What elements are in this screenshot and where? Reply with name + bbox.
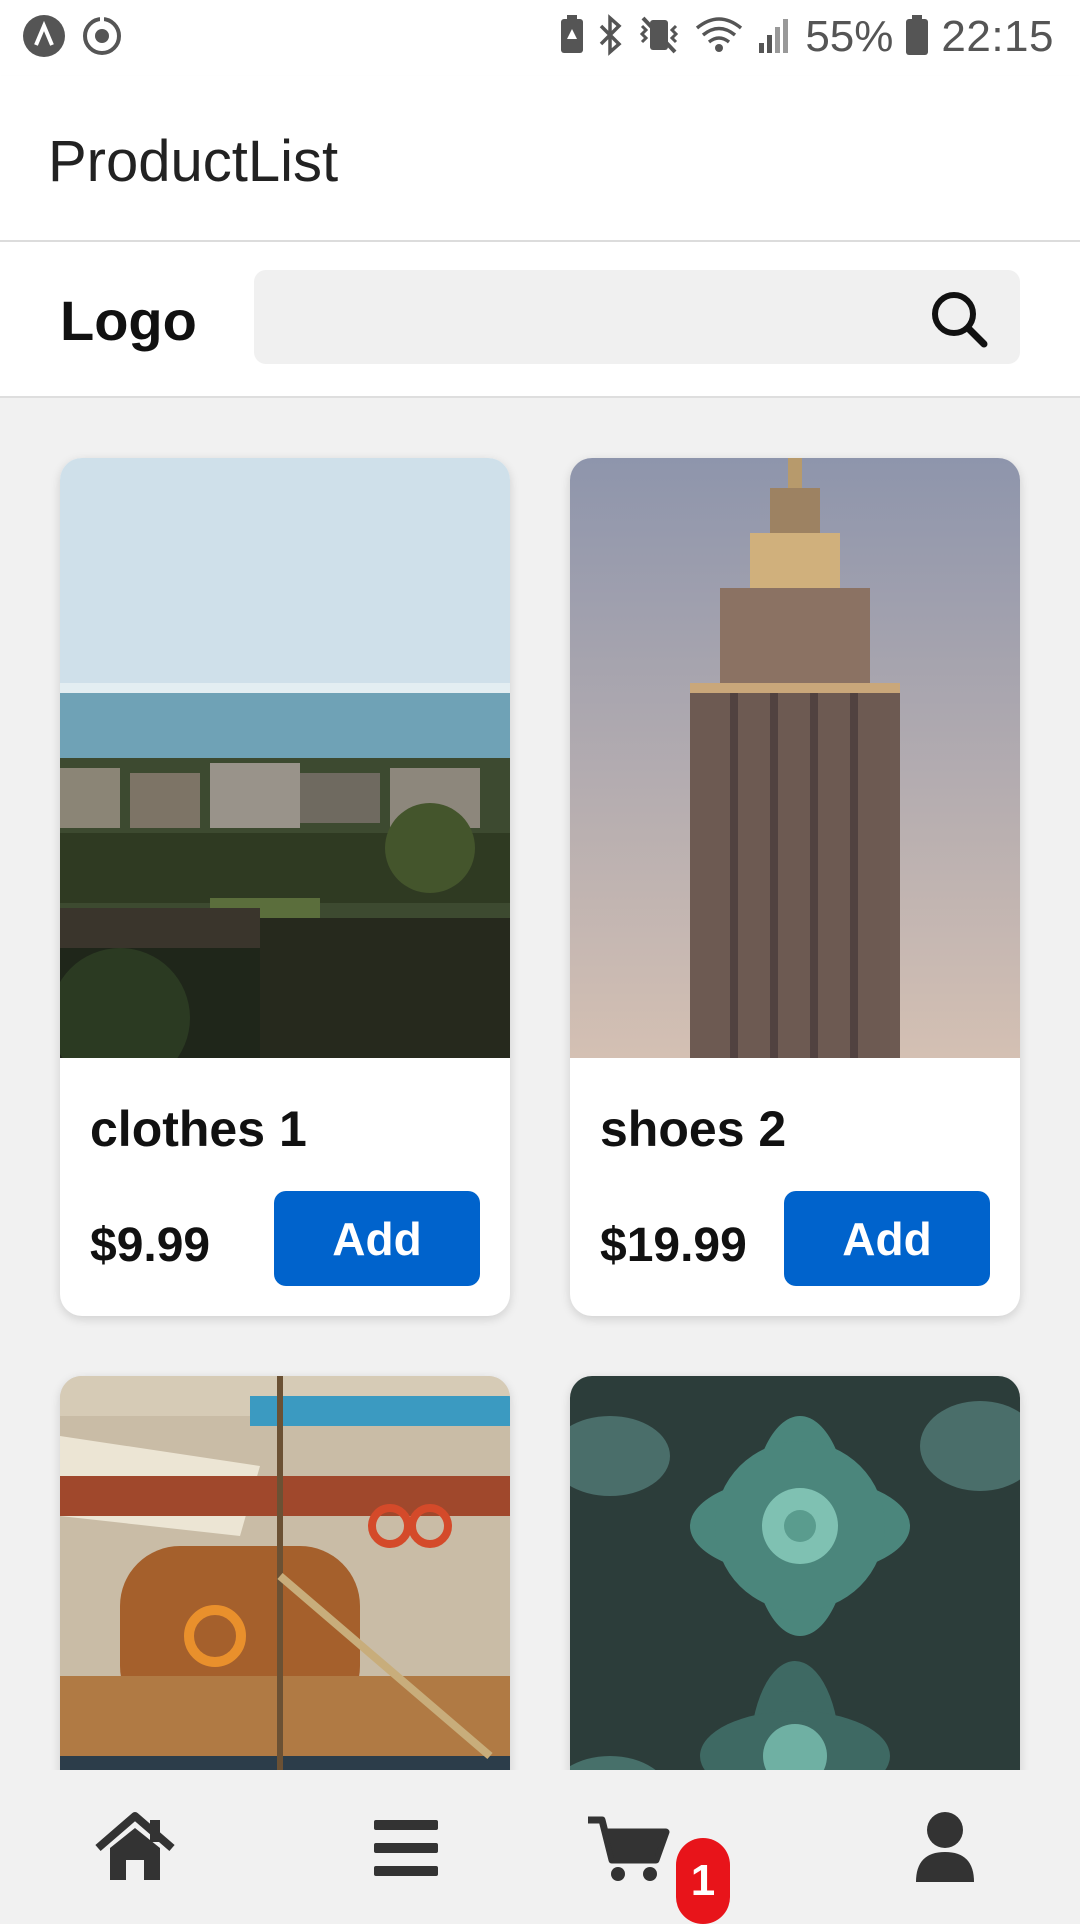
search-input[interactable] [274, 280, 918, 356]
product-price: $9.99 [90, 1219, 211, 1272]
sync-icon [80, 14, 124, 63]
vibrate-mute-icon [637, 14, 681, 61]
product-card[interactable] [570, 1376, 1020, 1770]
bottom-navigation: 1 [0, 1770, 1080, 1924]
battery-saver-icon [559, 14, 585, 60]
clock: 22:15 [941, 12, 1054, 61]
battery-percent: 55% [805, 12, 894, 61]
product-price: $19.99 [600, 1219, 747, 1272]
product-card[interactable]: shoes 2 $19.99 Add [570, 458, 1020, 1316]
logo: Logo [60, 289, 197, 352]
search-icon[interactable] [928, 288, 990, 350]
search-box[interactable] [254, 270, 1020, 364]
wifi-icon [693, 14, 745, 61]
add-to-cart-button[interactable]: Add [274, 1191, 480, 1286]
status-bar: 55% 22:15 [0, 0, 1080, 76]
product-image-succulents [570, 1376, 1020, 1770]
user-icon[interactable] [900, 1808, 990, 1888]
product-image-skyscraper [570, 458, 1020, 1058]
product-image-sailboat [60, 1376, 510, 1770]
product-image-coastal-town [60, 458, 510, 1088]
product-name: shoes 2 [600, 1101, 787, 1157]
cart-badge: 1 [676, 1838, 730, 1924]
menu-icon[interactable] [360, 1808, 450, 1888]
product-grid: clothes 1 $9.99 Add shoes 2 $19.99 Add [0, 398, 1080, 1770]
app-bar: ProductList [0, 76, 1080, 242]
product-name: clothes 1 [90, 1101, 307, 1157]
battery-icon [905, 14, 929, 61]
page-title: ProductList [48, 129, 339, 194]
home-icon[interactable] [90, 1808, 180, 1888]
add-to-cart-button[interactable]: Add [784, 1191, 990, 1286]
search-header: Logo [0, 242, 1080, 398]
signal-icon [757, 15, 793, 60]
cart-icon[interactable] [584, 1808, 674, 1888]
product-card[interactable]: clothes 1 $9.99 Add [60, 458, 510, 1316]
product-card[interactable] [60, 1376, 510, 1770]
bluetooth-icon [597, 13, 625, 61]
app-notification-icon [22, 14, 66, 63]
